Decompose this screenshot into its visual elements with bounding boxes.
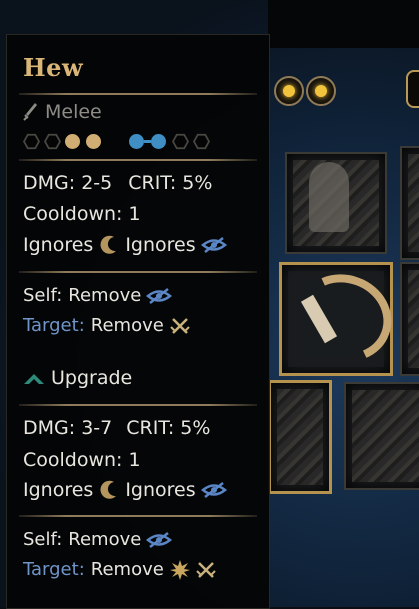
skill-title: Hew	[23, 53, 84, 82]
ignores-label: Ignores	[23, 234, 94, 256]
target-effect: Remove	[90, 315, 164, 336]
position-empty	[193, 133, 210, 150]
crossed-swords-icon	[170, 317, 190, 334]
upgrade-arrow-icon	[24, 374, 44, 384]
upgrade-damage-stat: DMG: 3-7	[23, 417, 113, 439]
self-label: Self:	[23, 285, 63, 306]
skill-tooltip: Hew Melee DMG: 2-5 CRIT: 5% Cooldown: 1 …	[6, 34, 270, 609]
partial-hud-token	[406, 70, 419, 108]
self-effect: Remove	[68, 529, 142, 550]
upgrade-self-effect-line: Self: Remove	[23, 529, 173, 550]
ignores-label: Ignores	[125, 234, 196, 256]
cooldown-line: Cooldown: 1	[23, 203, 141, 225]
position-target	[151, 134, 166, 149]
upgrade-target-effect-line: Target: Remove	[23, 559, 216, 580]
crit-stat: CRIT: 5%	[128, 172, 213, 194]
stealth-eye-icon	[200, 237, 227, 253]
skill-slot[interactable]	[344, 382, 419, 490]
ignores-label: Ignores	[23, 479, 94, 501]
dagger-icon	[23, 103, 37, 121]
upgrade-cooldown-line: Cooldown: 1	[23, 449, 141, 471]
position-launch	[86, 134, 101, 149]
stealth-eye-icon	[200, 482, 227, 498]
target-effect: Remove	[90, 559, 164, 580]
range-label: Melee	[45, 101, 102, 123]
divider	[19, 404, 257, 406]
skill-art	[352, 390, 419, 482]
skill-art	[277, 389, 323, 485]
ignores-label: Ignores	[125, 479, 196, 501]
position-target	[129, 134, 144, 149]
target-effect-line: Target: Remove	[23, 315, 190, 336]
position-target-link	[144, 140, 151, 143]
skill-slot[interactable]	[268, 380, 332, 494]
selected-skill-slot-hew[interactable]	[279, 261, 404, 376]
self-effect-line: Self: Remove	[23, 285, 173, 306]
position-empty	[44, 133, 61, 150]
hooded-figure-icon	[309, 162, 349, 232]
skill-art	[408, 154, 419, 252]
self-effect: Remove	[68, 285, 142, 306]
skill-slot[interactable]	[400, 262, 419, 376]
range-line: Melee	[23, 101, 102, 123]
position-empty	[172, 133, 189, 150]
upgrade-header: Upgrade	[23, 367, 132, 389]
damage-stat: DMG: 2-5	[23, 172, 113, 194]
skill-art	[408, 270, 419, 368]
action-point-pip	[274, 76, 304, 106]
cooldown-stat: Cooldown: 1	[23, 203, 141, 225]
target-label: Target:	[23, 315, 85, 336]
self-label: Self:	[23, 529, 63, 550]
top-bar-background	[268, 0, 419, 48]
stealth-eye-icon	[146, 287, 173, 304]
position-empty	[23, 133, 40, 150]
upgrade-stats-line-1: DMG: 3-7 CRIT: 5%	[23, 417, 210, 439]
divider	[19, 515, 257, 517]
skill-slot[interactable]	[400, 146, 419, 260]
position-indicators	[23, 133, 214, 150]
crescent-moon-icon	[100, 235, 117, 254]
divider	[19, 159, 257, 161]
upgrade-cooldown-stat: Cooldown: 1	[23, 449, 141, 471]
crossed-swords-icon	[196, 561, 216, 578]
target-label: Target:	[23, 559, 85, 580]
skill-slot[interactable]	[285, 152, 387, 254]
crescent-moon-icon	[100, 480, 117, 499]
upgrade-label: Upgrade	[51, 367, 133, 389]
divider	[19, 93, 257, 95]
stealth-eye-icon	[146, 531, 173, 548]
action-point-pip	[306, 76, 336, 106]
stats-line-1: DMG: 2-5 CRIT: 5%	[23, 172, 212, 194]
burst-star-icon	[169, 559, 190, 580]
ignores-line: Ignores Ignores	[23, 234, 227, 256]
position-launch	[65, 134, 80, 149]
upgrade-crit-stat: CRIT: 5%	[126, 417, 211, 439]
upgrade-ignores-line: Ignores Ignores	[23, 479, 227, 501]
divider	[19, 271, 257, 273]
